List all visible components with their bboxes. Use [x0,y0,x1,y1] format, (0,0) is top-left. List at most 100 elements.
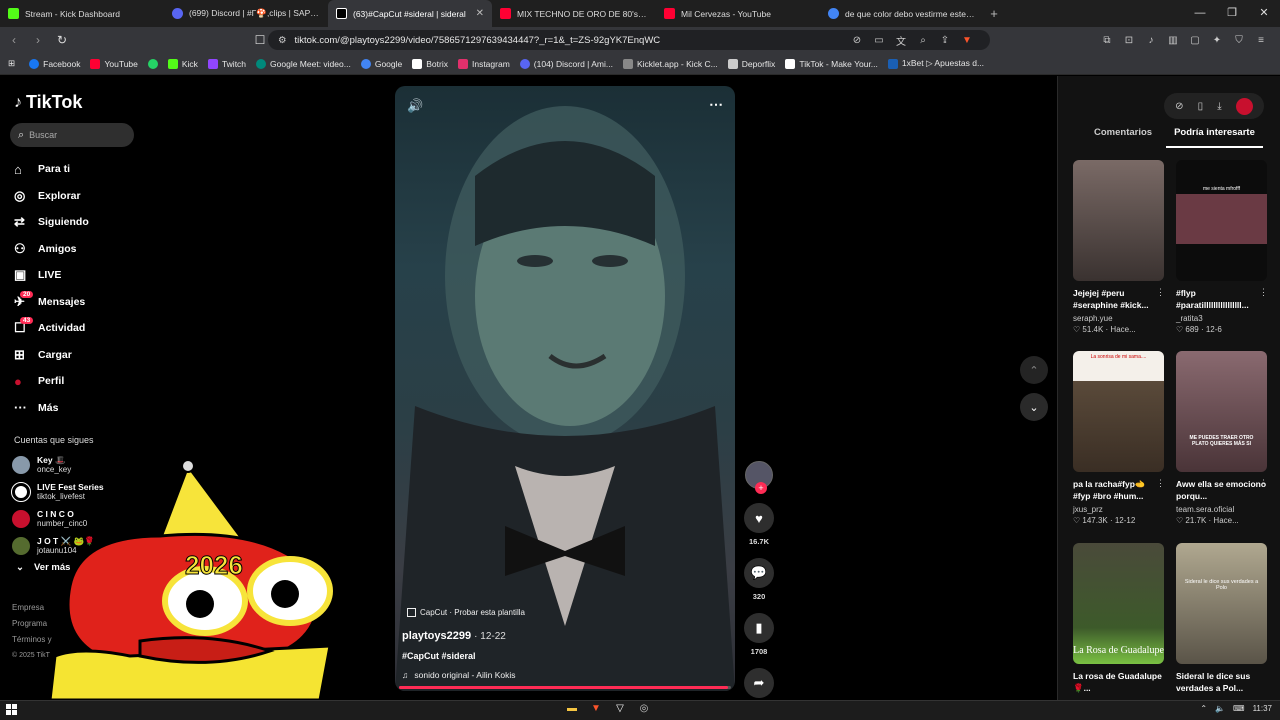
bookmark-whatsapp[interactable] [147,58,158,69]
card-user: seraph.yue [1073,314,1113,323]
video-sound[interactable]: ♫ sonido original - Ailin Kokis [402,670,515,680]
suggested-video-card[interactable]: Sideral le dice sus verdades a Polo Side… [1176,543,1268,695]
wallet-icon[interactable]: ▢ [1184,35,1206,46]
profile-avatar[interactable] [1235,97,1253,115]
download-icon[interactable]: ⤓ [1217,101,1221,112]
bookmark[interactable]: TikTok - Make Your... [785,58,878,69]
extensions-icon[interactable]: ⧉ [1096,35,1118,46]
nav-item-perfil[interactable]: ● Perfil [14,368,89,395]
bookmark[interactable]: Kicklet.app - Kick C... [622,58,718,69]
browser-tab-active[interactable]: (63)#CapCut #sideral | sideral ✕ [328,0,492,27]
cast-icon[interactable]: ▭ [868,35,890,46]
suggested-video-card[interactable]: ME PUEDES TRAER OTRO PLATO QUIERES MÁS S… [1176,351,1268,525]
suggested-video-card[interactable]: La sonrisa de mi sama.... pa la racha#fy… [1073,351,1165,525]
video-progress-bar[interactable] [399,686,731,689]
music-icon[interactable]: ♪ [1140,35,1162,46]
nav-item-actividad[interactable]: ☐ 43 Actividad [14,315,89,342]
bookmark[interactable]: Google [360,58,402,69]
card-more-icon[interactable]: ⋮ [1259,287,1268,298]
nav-item-amigos[interactable]: ⚇ Amigos [14,236,89,263]
browser-tab[interactable]: Mil Cervezas - YouTube [656,0,820,27]
follow-plus-icon[interactable]: + [755,482,767,494]
browser-tab[interactable]: de que color debo vestirme este año [820,0,984,27]
previous-video-button[interactable]: ⌃ [1020,356,1048,384]
card-more-icon[interactable]: ⋮ [1156,287,1165,298]
close-window-icon[interactable]: ✕ [1248,0,1280,27]
screenshot-icon[interactable]: ⊡ [1118,35,1140,46]
avatar [11,481,31,502]
phone-icon[interactable]: ▯ [1198,101,1204,112]
suggested-video-card[interactable]: Jejejej #peru #seraphine #kick... seraph… [1073,160,1165,334]
tray-chevron-icon[interactable]: ⌃ [1200,704,1207,713]
tab-comentarios[interactable]: Comentarios [1058,126,1166,148]
bookmark[interactable]: 1xBet ▷ Apuestas d... [887,58,984,69]
keyboard-icon[interactable]: ⌨ [1233,704,1245,713]
vlc-icon[interactable]: ▽ [608,703,632,714]
bookmark[interactable]: YouTube [90,58,138,69]
nav-item-siguiendo[interactable]: ⇄ Siguiendo [14,209,89,236]
bookmark-icon[interactable]: ☐ [250,33,270,47]
bookmark[interactable]: (104) Discord | Ami... [519,58,613,69]
zoom-icon[interactable]: ⌕ [912,35,934,46]
browser-tab[interactable]: MIX TECHNO DE ORO DE 80's & 90's [492,0,656,27]
bookmark[interactable]: Instagram [457,58,510,69]
back-icon[interactable]: ‹ [4,33,24,47]
nav-item-cargar[interactable]: ⊞ Cargar [14,342,89,369]
browser-tab[interactable]: Stream - Kick Dashboard [0,0,164,27]
save-button[interactable]: ▮ 1708 [742,613,776,656]
site-settings-icon[interactable]: ⚙ [278,35,287,46]
tiktok-logo[interactable]: ♪ TikTok [14,92,82,113]
creator-avatar[interactable]: + [745,461,773,494]
bookmark-label: Twitch [221,58,247,69]
menu-icon[interactable]: ≡ [1250,35,1272,46]
restore-icon[interactable]: ❐ [1216,0,1248,27]
vpn-icon[interactable]: ⛉ [1228,35,1250,46]
sidebar-icon[interactable]: ▥ [1162,35,1184,46]
forward-icon[interactable]: › [28,33,48,47]
like-button[interactable]: ♥ 16.7K [742,503,776,546]
next-video-button[interactable]: ⌄ [1020,393,1048,421]
nav-item-explorar[interactable]: ◎ Explorar [14,183,89,210]
suggested-video-card[interactable]: La Rosa de Guadalupe La rosa de Guadalup… [1073,543,1165,695]
video-author[interactable]: playtoys2299 · 12-22 [402,630,506,642]
leo-icon[interactable]: ✦ [1206,35,1228,46]
bookmark[interactable]: Twitch [207,58,247,69]
tab-podria-interesarte[interactable]: Podría interesarte [1166,126,1263,148]
nav-item-mensajes[interactable]: ✈ 20 Mensajes [14,289,89,316]
apps-icon[interactable]: ⊞ [8,58,15,69]
brave-browser-icon[interactable]: ▼ [584,703,608,714]
nav-item-para-ti[interactable]: ⌂ Para ti [14,156,89,183]
bookmark[interactable]: Deporflix [727,58,775,69]
browser-tab[interactable]: (699) Discord | #Γ🍄,clips | SAPOLIC [164,0,328,27]
capcut-template-link[interactable]: CapCut · Probar esta plantilla [407,608,525,617]
more-options-icon[interactable]: ⋯ [709,96,723,113]
clock[interactable]: 11:37 [1253,704,1272,713]
comment-button[interactable]: 💬 320 [742,558,776,601]
minimize-icon[interactable]: — [1184,0,1216,27]
bookmark[interactable]: Google Meet: video... [256,58,351,69]
no-tracking-icon[interactable]: ⊘ [846,35,868,46]
share-icon[interactable]: ⇪ [934,35,956,46]
windows-start-icon[interactable] [6,704,18,716]
obs-icon[interactable]: ◎ [632,703,656,714]
bookmark[interactable]: Facebook [29,58,80,69]
reload-icon[interactable]: ↻ [52,33,72,47]
file-explorer-icon[interactable]: ▬ [560,703,584,714]
video-player[interactable]: 🔊 ⋯ CapCut · Probar esta plantilla playt… [395,86,735,691]
volume-icon[interactable]: 🔊 [407,98,423,114]
compass-icon[interactable]: ⊘ [1175,101,1183,112]
video-hashtags[interactable]: #CapCut #sideral [402,651,476,661]
nav-item-mas[interactable]: ··· Más [14,395,89,422]
brave-shield-icon[interactable]: ▼ [956,35,978,46]
suggested-video-card[interactable]: me sienta mfrofff #flyp #paratilllllllll… [1176,160,1268,334]
bookmark[interactable]: Botrix [412,58,448,69]
translate-icon[interactable]: 文 [890,33,912,48]
card-more-icon[interactable]: ⋮ [1259,478,1268,489]
close-tab-icon[interactable]: ✕ [476,8,484,19]
bookmark[interactable]: Kick [167,58,198,69]
card-more-icon[interactable]: ⋮ [1156,478,1165,489]
new-tab-button[interactable]: + [984,6,1004,21]
nav-item-live[interactable]: ▣ LIVE [14,262,89,289]
search-input[interactable]: ⌕ Buscar [10,123,134,147]
volume-tray-icon[interactable]: 🔈 [1215,704,1225,713]
